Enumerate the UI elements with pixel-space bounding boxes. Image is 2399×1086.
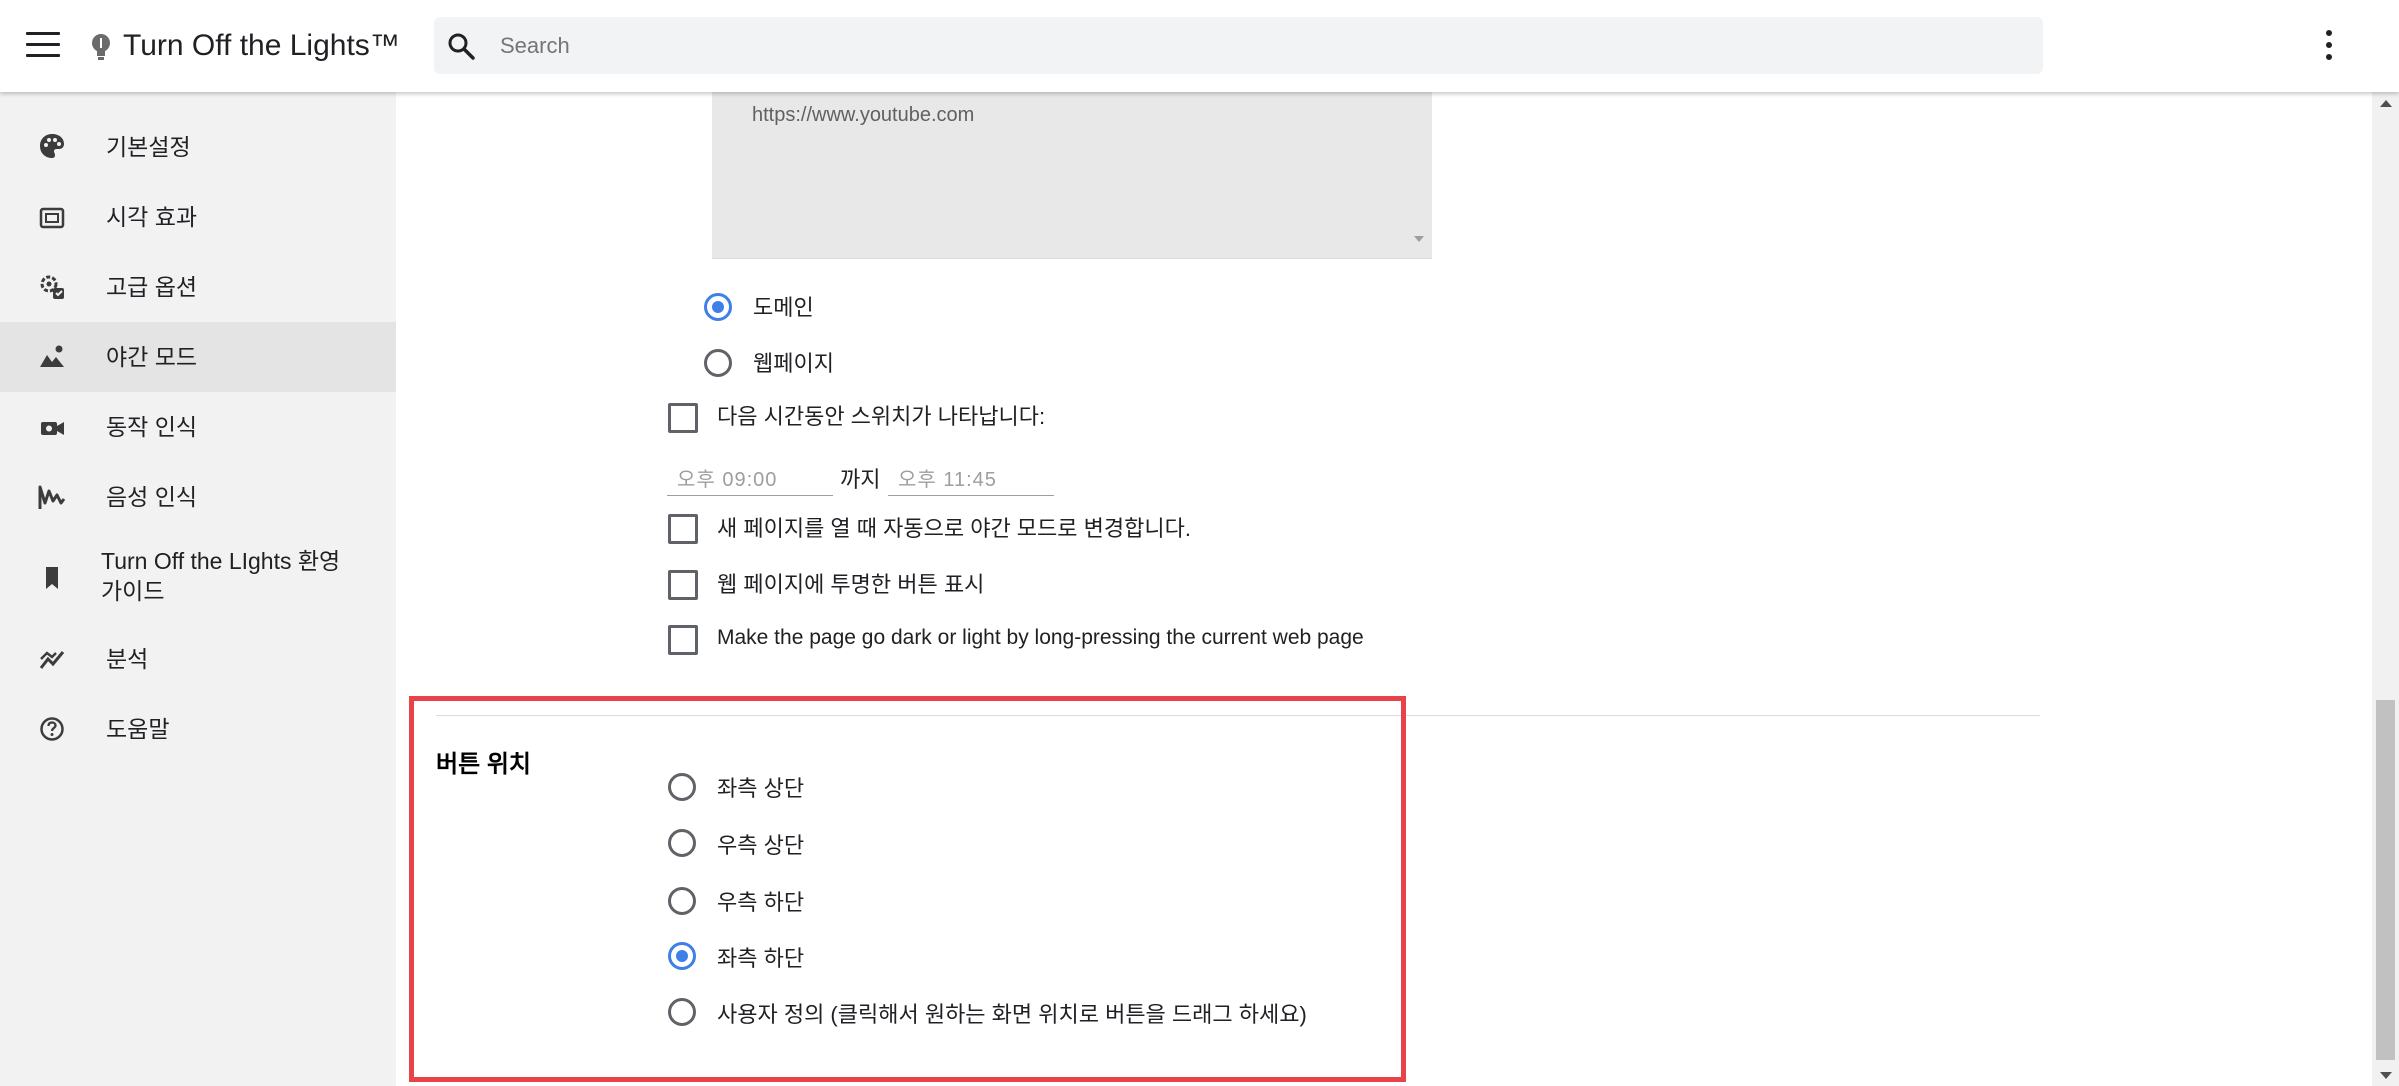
radio-custom[interactable] — [668, 998, 696, 1026]
scroll-up-arrow-icon[interactable] — [2380, 100, 2392, 107]
radio-webpage[interactable] — [704, 349, 732, 377]
schedule-checkbox[interactable] — [668, 403, 698, 433]
sidebar-item-label: 분석 — [106, 646, 149, 672]
sidebar-item-label: Turn Off the LIghts 환영 — [101, 548, 341, 574]
video-frame-icon — [39, 207, 65, 229]
app-title: Turn Off the Lights™ — [123, 29, 400, 62]
sidebar-item-visual-effects[interactable]: 시각 효과 — [0, 182, 396, 252]
radio-domain-label: 도메인 — [753, 295, 814, 320]
radio-top-left[interactable] — [668, 773, 696, 801]
search-icon[interactable] — [446, 31, 476, 61]
sidebar-item-night-mode[interactable]: 야간 모드 — [0, 322, 396, 392]
scroll-down-arrow-icon[interactable] — [2380, 1072, 2392, 1079]
more-options-icon[interactable] — [2322, 30, 2336, 64]
button-position-title: 버튼 위치 — [436, 751, 531, 778]
sidebar-item-label: 시각 효과 — [106, 204, 198, 230]
sidebar-item-voice[interactable]: 음성 인식 — [0, 462, 396, 532]
video-camera-icon — [41, 422, 64, 435]
auto-new-page-label: 새 페이지를 열 때 자동으로 야간 모드로 변경합니다. — [717, 516, 1191, 541]
bookmark-icon — [46, 567, 58, 589]
lightbulb-icon — [92, 34, 110, 60]
voice-wave-icon — [38, 485, 66, 509]
gear-settings-icon — [40, 275, 64, 299]
schedule-label: 다음 시간동안 스위치가 나타납니다: — [717, 404, 1046, 429]
long-press-label: Make the page go dark or light by long-p… — [717, 626, 1364, 649]
sidebar-item-label-line2: 가이드 — [101, 578, 165, 604]
radio-bottom-left[interactable] — [668, 942, 696, 970]
radio-top-right-label: 우측 상단 — [717, 833, 805, 858]
radio-custom-label: 사용자 정의 (클릭해서 원하는 화면 위치로 버튼을 드래그 하세요) — [717, 1002, 1307, 1027]
radio-bottom-right[interactable] — [668, 887, 696, 915]
transparent-button-checkbox[interactable] — [668, 570, 698, 600]
time-from-input[interactable]: 오후 09:00 — [667, 459, 833, 496]
top-app-bar: Turn Off the Lights™ — [0, 0, 2399, 92]
sidebar-item-analytics[interactable]: 분석 — [0, 624, 396, 694]
sidebar-item-label: 야간 모드 — [106, 344, 198, 370]
radio-top-left-label: 좌측 상단 — [717, 776, 805, 801]
radio-bottom-right-label: 우측 하단 — [717, 890, 805, 915]
radio-domain[interactable] — [704, 293, 732, 321]
time-separator: 까지 — [840, 467, 881, 492]
scroll-down-arrow-icon[interactable] — [1414, 236, 1424, 242]
landscape-icon — [40, 345, 64, 367]
scrollbar-thumb[interactable] — [2376, 700, 2395, 1060]
search-input[interactable] — [498, 26, 2002, 66]
auto-new-page-checkbox[interactable] — [668, 514, 698, 544]
help-icon — [40, 717, 64, 741]
sidebar-item-help[interactable]: 도움말 — [0, 694, 396, 764]
sidebar-item-gesture[interactable]: 동작 인식 — [0, 392, 396, 462]
sidebar-item-welcome-guide[interactable]: Turn Off the LIghts 환영 가이드 — [0, 538, 396, 618]
time-from-value: 오후 09:00 — [677, 469, 778, 491]
radio-webpage-label: 웹페이지 — [753, 351, 834, 376]
time-to-input[interactable]: 오후 11:45 — [888, 459, 1054, 496]
sidebar-item-label: 도움말 — [106, 716, 170, 742]
analytics-icon — [39, 651, 65, 669]
sidebar-item-label: 고급 옵션 — [106, 274, 198, 300]
sidebar-item-advanced[interactable]: 고급 옵션 — [0, 252, 396, 322]
menu-icon[interactable] — [26, 32, 60, 58]
sidebar-item-label: 동작 인식 — [106, 414, 198, 440]
long-press-checkbox[interactable] — [668, 625, 698, 655]
sidebar-item-label: 음성 인식 — [106, 484, 198, 510]
time-to-value: 오후 11:45 — [898, 469, 997, 491]
radio-top-right[interactable] — [668, 829, 696, 857]
transparent-button-label: 웹 페이지에 투명한 버튼 표시 — [717, 572, 985, 597]
sidebar-item-general[interactable]: 기본설정 — [0, 112, 396, 182]
site-list-text: https://www.youtube.com — [752, 104, 975, 126]
palette-icon — [40, 134, 64, 158]
radio-bottom-left-label: 좌측 하단 — [717, 946, 805, 971]
sidebar-item-label: 기본설정 — [106, 134, 191, 160]
sidebar: 기본설정 시각 효과 고급 옵션 야간 모드 동작 인식 음성 인식 Turn … — [0, 92, 396, 1086]
section-divider — [436, 715, 2040, 716]
